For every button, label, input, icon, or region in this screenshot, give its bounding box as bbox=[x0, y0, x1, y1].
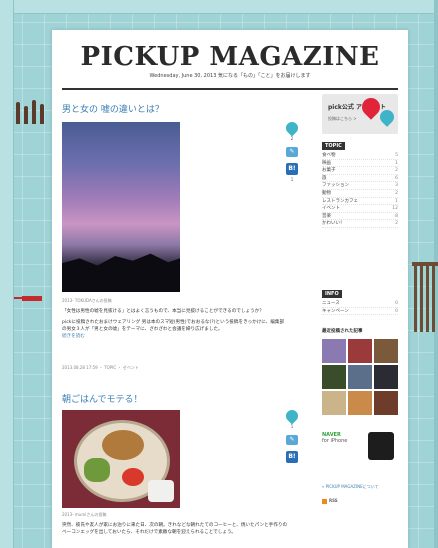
hatena-count: 1 bbox=[290, 177, 294, 182]
magazine-page: PICKUP MAGAZINE Wednesday, June 30, 2013… bbox=[52, 30, 408, 548]
topic-item[interactable]: 旅6 bbox=[322, 175, 398, 183]
recent-heading: 最近投稿された記事 bbox=[322, 329, 363, 334]
topic-item[interactable]: お菓子 2 bbox=[322, 167, 398, 175]
topic-heading: TOPIC bbox=[322, 142, 345, 150]
post-footer-1: 2013.08.28 17:59 ・ TOPIC ・ ゼベント bbox=[62, 365, 139, 370]
hatena-bookmark-icon[interactable]: B! bbox=[286, 163, 298, 175]
topic-item[interactable]: イベント 12 bbox=[322, 205, 398, 213]
topic-item[interactable]: 映画 1 bbox=[322, 160, 398, 168]
about-link[interactable]: » PICKUP MAGAZINEについて bbox=[322, 484, 379, 490]
thumbnail[interactable] bbox=[374, 391, 398, 415]
post-title-1[interactable]: 男と女の 嘘の違いとは？ bbox=[62, 102, 164, 115]
topic-item[interactable]: かわいい！ 2 bbox=[322, 220, 398, 228]
thumbnail[interactable] bbox=[348, 339, 372, 363]
topic-item[interactable]: 音楽 8 bbox=[322, 213, 398, 221]
kitchen-utensils-decoration bbox=[14, 98, 48, 124]
window-frame-left bbox=[0, 0, 14, 548]
thumbnail[interactable] bbox=[374, 365, 398, 389]
naver-iphone-banner[interactable]: NAVER for iPhone bbox=[322, 432, 398, 460]
pick-pin-icon[interactable] bbox=[283, 119, 301, 137]
topic-item[interactable]: レストランカフェ 1 bbox=[322, 198, 398, 206]
thumbnail[interactable] bbox=[322, 365, 346, 389]
shelf-decoration bbox=[412, 262, 438, 332]
rss-link[interactable]: RSS bbox=[322, 498, 338, 504]
pick-official-banner[interactable]: pick公式 アカウント 投稿はこちら > bbox=[322, 94, 398, 134]
twitter-icon[interactable]: ✎ bbox=[286, 435, 298, 445]
mountain-silhouette bbox=[62, 253, 180, 292]
pin-count: 2 bbox=[290, 136, 294, 141]
rss-icon bbox=[322, 498, 327, 504]
info-item[interactable]: ニュース 0 bbox=[322, 300, 398, 308]
post-author-1[interactable]: 2013- TOKUDAさんの投稿 bbox=[62, 298, 112, 304]
post-image-breakfast[interactable] bbox=[62, 410, 180, 508]
thumbnail[interactable] bbox=[322, 391, 346, 415]
site-subtitle: Wednesday, June 30, 2013 気になる「もの」「こと」をお届… bbox=[149, 73, 311, 79]
thumbnail[interactable] bbox=[322, 339, 346, 363]
recent-thumbnails bbox=[322, 339, 398, 415]
post-title-2[interactable]: 朝ごはんでモテる！ bbox=[62, 392, 143, 405]
post-text: pickに投稿されたおまけウェアリング 男は本のスマ短(男性)でおおるな(?)と… bbox=[62, 320, 285, 332]
thumbnail[interactable] bbox=[348, 391, 372, 415]
twitter-icon[interactable]: ✎ bbox=[286, 147, 298, 157]
site-title[interactable]: PICKUP MAGAZINE bbox=[52, 42, 408, 72]
header-divider bbox=[62, 88, 398, 90]
info-list: ニュース 0 キャンペーン 0 bbox=[322, 300, 398, 316]
banner-sub: 投稿はこちら > bbox=[328, 116, 357, 121]
pick-pin-icon[interactable] bbox=[283, 407, 301, 425]
post-image-sunset[interactable] bbox=[62, 122, 180, 292]
info-item[interactable]: キャンペーン 0 bbox=[322, 308, 398, 316]
topic-item[interactable]: 食べ物 5 bbox=[322, 152, 398, 160]
thumbnail[interactable] bbox=[348, 365, 372, 389]
hatena-bookmark-icon[interactable]: B! bbox=[286, 451, 298, 463]
info-heading: INFO bbox=[322, 290, 342, 298]
thumbnail[interactable] bbox=[374, 339, 398, 363]
window-frame-top bbox=[0, 0, 438, 14]
post-author-2[interactable]: 2013- mumiさんの投稿 bbox=[62, 512, 106, 518]
frying-pan-decoration bbox=[14, 296, 42, 301]
topic-item[interactable]: ファッション 3 bbox=[322, 182, 398, 190]
read-more-link[interactable]: 続きを読む bbox=[62, 333, 288, 340]
share-buttons-1: 2 ✎ B! 1 bbox=[283, 119, 301, 182]
post-body-1: 「女性は男性の嘘を見抜ける」とはよく言うもので、本当に見抜けることができるのでし… bbox=[62, 308, 288, 340]
topic-list: 食べ物 5 映画 1 お菓子 2 旅6 ファッション 3 動物 2 レストランカフェ 1 イ… bbox=[322, 152, 398, 228]
share-buttons-2: 1 ✎ B! bbox=[283, 407, 301, 463]
topic-item[interactable]: 動物 2 bbox=[322, 190, 398, 198]
post-body-2: 突然、彼氏や友人が家にお泊りに来た日、次の朝。きれなどな朝れたてのコーヒーと、焼… bbox=[62, 523, 288, 535]
post-lead: 「女性は男性の嘘を見抜ける」とはよく言うもので、本当に見抜けることができるのでし… bbox=[62, 309, 264, 314]
phone-icon bbox=[368, 432, 394, 460]
pin-count: 1 bbox=[290, 424, 294, 429]
